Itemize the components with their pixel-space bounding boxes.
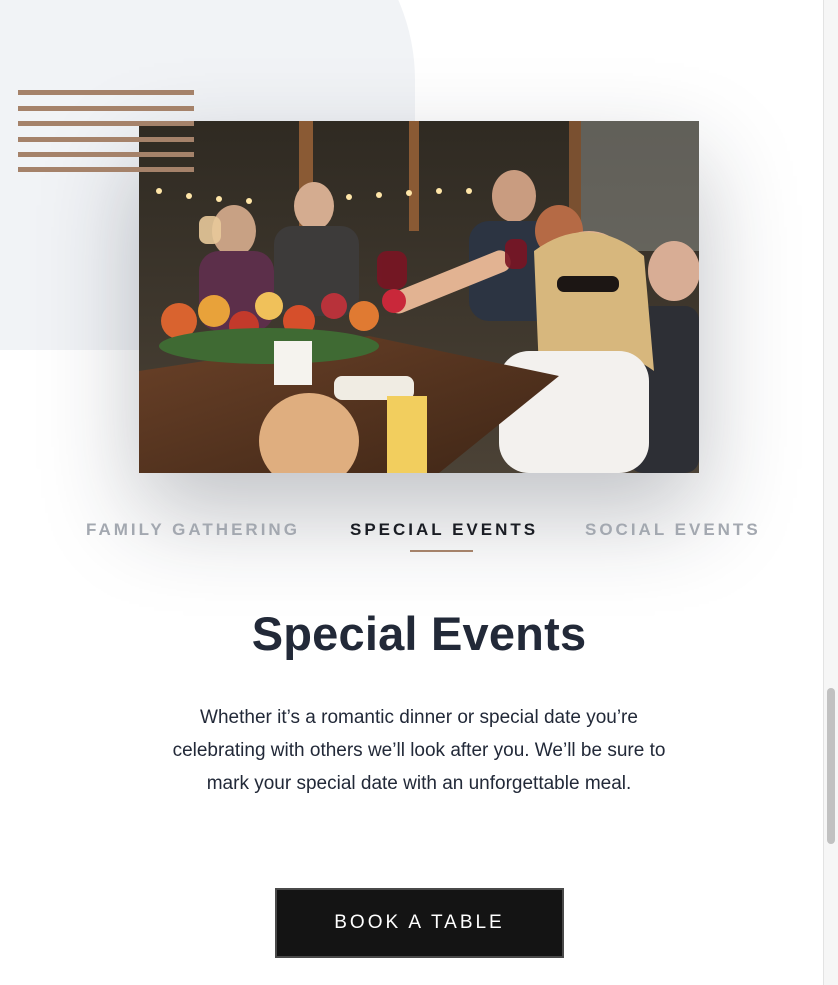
section-description: Whether it’s a romantic dinner or specia… [172, 707, 666, 794]
tab-social-events[interactable]: SOCIAL EVENTS [585, 520, 761, 540]
stripes-decoration [18, 90, 194, 174]
active-tab-indicator [410, 550, 473, 552]
tab-family-gathering[interactable]: FAMILY GATHERING [86, 520, 300, 540]
section-title: Special Events [251, 607, 587, 660]
tab-special-events[interactable]: SPECIAL EVENTS [350, 520, 538, 540]
scrollbar[interactable] [823, 0, 838, 985]
page: FAMILY GATHERING SPECIAL EVENTS SOCIAL E… [0, 0, 838, 985]
event-photo [139, 121, 699, 473]
event-photo-image [139, 121, 699, 473]
event-tabs: FAMILY GATHERING SPECIAL EVENTS SOCIAL E… [0, 520, 838, 560]
scrollbar-thumb[interactable] [827, 688, 835, 844]
book-table-button[interactable]: BOOK A TABLE [275, 888, 564, 958]
